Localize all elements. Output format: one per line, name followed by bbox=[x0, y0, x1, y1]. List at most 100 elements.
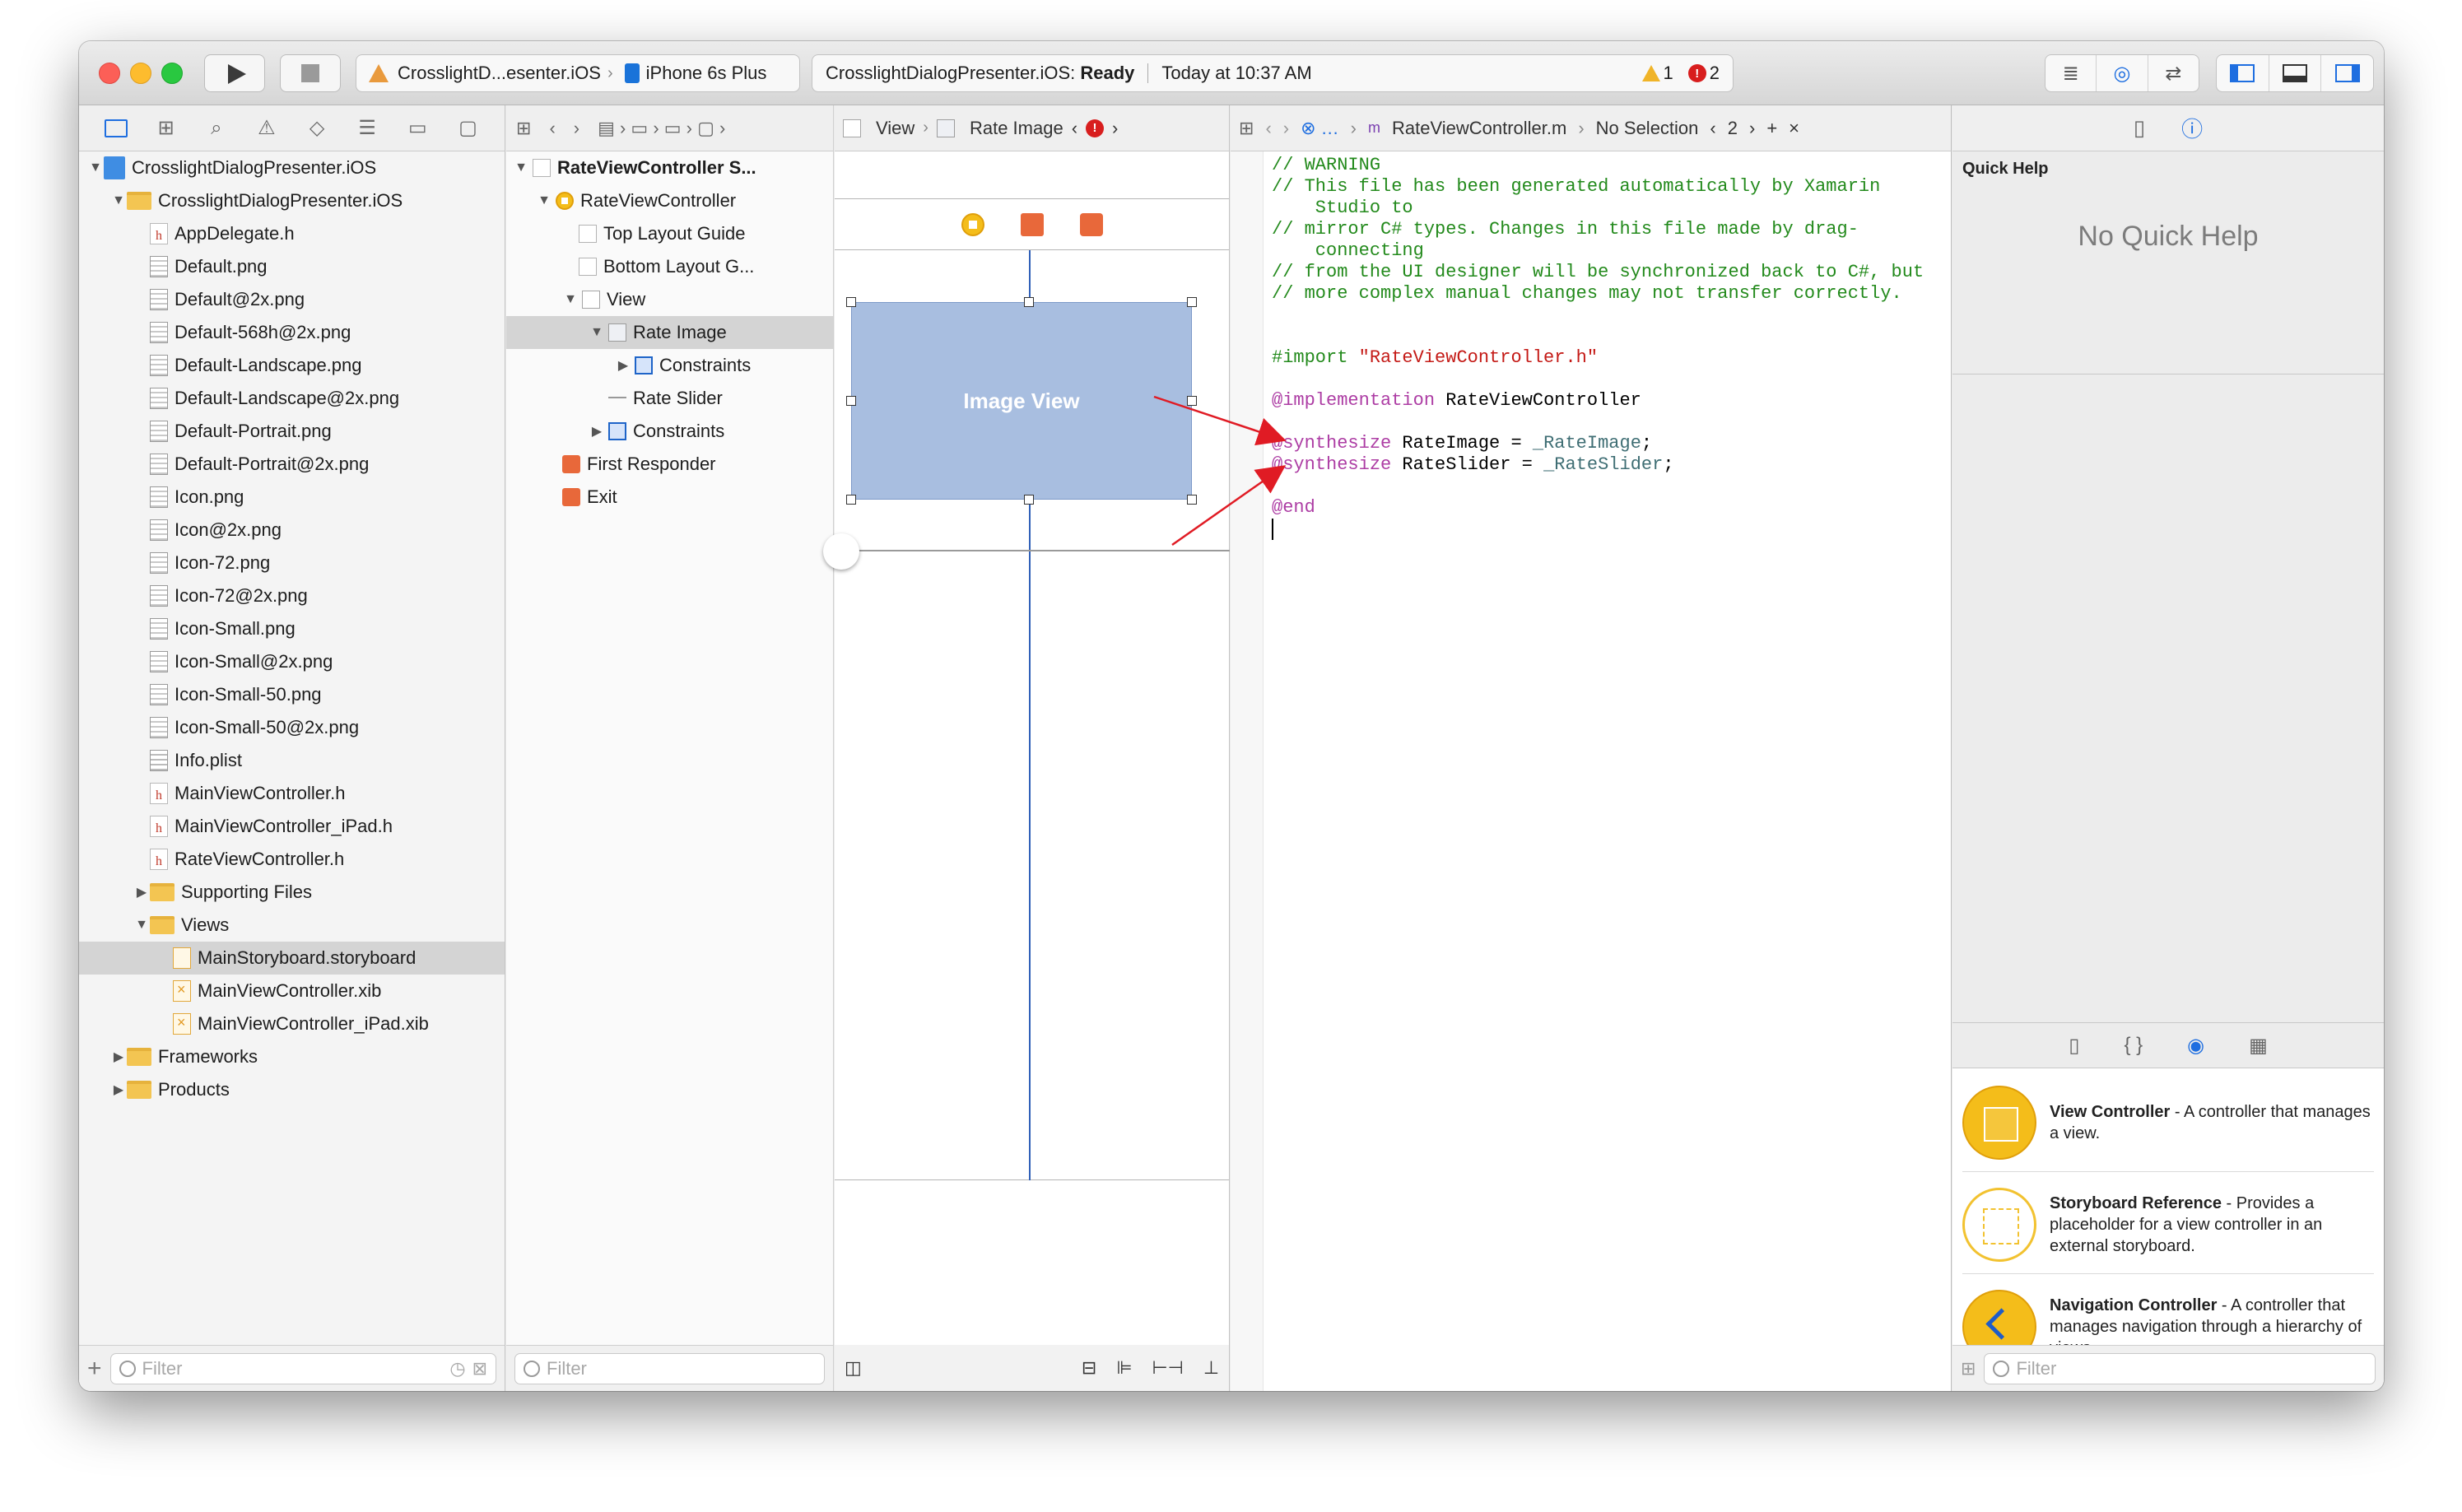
stop-button[interactable] bbox=[280, 54, 341, 92]
error-icon[interactable]: ! bbox=[1086, 119, 1105, 137]
report-navigator-tab[interactable]: ▢ bbox=[455, 117, 480, 139]
file-row[interactable]: Default-Portrait@2x.png bbox=[79, 448, 505, 481]
image-constraints-row[interactable]: ▶ Constraints bbox=[506, 349, 833, 382]
file-row[interactable]: Info.plist bbox=[79, 744, 505, 777]
file-row[interactable]: Default-Portrait.png bbox=[79, 415, 505, 448]
disclosure-open-icon[interactable]: ▼ bbox=[589, 325, 605, 340]
close-window-button[interactable] bbox=[99, 63, 120, 84]
assistant-editor[interactable]: ⊞ ‹ › ⊗ … › m RateViewController.m › No … bbox=[1231, 105, 1952, 1391]
project-row[interactable]: ▼ CrosslightDialogPresenter.iOS bbox=[79, 151, 505, 184]
issue-back-icon[interactable]: ‹ bbox=[1072, 118, 1077, 139]
top-guide-row[interactable]: Top Layout Guide bbox=[506, 217, 833, 250]
stack-icon[interactable]: ⊟ bbox=[1082, 1357, 1096, 1379]
scene-view[interactable]: Image View bbox=[823, 250, 1230, 1180]
file-breadcrumb-icons[interactable]: ▤ › ▭ › ▭ › ▢ › bbox=[598, 118, 725, 139]
toggle-navigator-button[interactable] bbox=[2217, 55, 2269, 91]
supporting-files-row[interactable]: ▶ Supporting Files bbox=[79, 876, 505, 909]
counter-forward-icon[interactable]: › bbox=[1749, 118, 1755, 139]
pin-icon[interactable]: ⊢⊣ bbox=[1152, 1357, 1184, 1379]
resize-handle[interactable] bbox=[846, 396, 856, 406]
version-editor-icon[interactable]: ⇄ bbox=[2148, 55, 2199, 91]
file-row[interactable]: Icon-Small-50@2x.png bbox=[79, 711, 505, 744]
toggle-outline-icon[interactable]: ◫ bbox=[845, 1357, 862, 1379]
minimize-window-button[interactable] bbox=[130, 63, 151, 84]
add-editor-icon[interactable]: + bbox=[1766, 118, 1777, 139]
library-filter-input[interactable]: Filter bbox=[1984, 1352, 2376, 1384]
scheme-selector[interactable]: CrosslightD...esenter.iOS › iPhone 6s Pl… bbox=[356, 54, 800, 92]
code-file-name[interactable]: RateViewController.m bbox=[1392, 118, 1566, 139]
object-library-icon[interactable]: ◉ bbox=[2187, 1034, 2204, 1058]
recent-files-icon[interactable]: ◷ bbox=[449, 1358, 465, 1379]
resolve-icon[interactable]: ⊥ bbox=[1203, 1357, 1219, 1379]
file-row[interactable]: Icon.png bbox=[79, 481, 505, 514]
file-row[interactable]: Icon@2x.png bbox=[79, 514, 505, 547]
controller-row[interactable]: ▼ RateViewController bbox=[506, 184, 833, 217]
resize-handle[interactable] bbox=[1187, 297, 1197, 307]
file-row[interactable]: Icon-72@2x.png bbox=[79, 579, 505, 612]
media-library-icon[interactable]: ▦ bbox=[2249, 1034, 2268, 1058]
slider-knob[interactable] bbox=[823, 533, 859, 570]
project-navigator-tab[interactable] bbox=[104, 118, 128, 139]
file-row[interactable]: Default-Landscape@2x.png bbox=[79, 382, 505, 415]
related-items-icon[interactable]: ⊞ bbox=[1239, 118, 1254, 139]
breadcrumb-rate-image[interactable]: Rate Image bbox=[970, 118, 1063, 139]
resize-handle[interactable] bbox=[1024, 495, 1034, 505]
file-row[interactable]: Icon-Small.png bbox=[79, 612, 505, 645]
resize-handle[interactable] bbox=[1187, 495, 1197, 505]
file-row[interactable]: h RateViewController.h bbox=[79, 843, 505, 876]
disclosure-open-icon[interactable]: ▼ bbox=[133, 918, 150, 933]
rate-image-row[interactable]: ▼ Rate Image bbox=[506, 316, 833, 349]
add-file-icon[interactable]: + bbox=[87, 1355, 102, 1383]
disclosure-open-icon[interactable]: ▼ bbox=[562, 292, 579, 307]
assistant-editor-icon[interactable]: ◎ bbox=[2097, 55, 2148, 91]
disclosure-open-icon[interactable]: ▼ bbox=[110, 193, 127, 208]
frameworks-row[interactable]: ▶ Frameworks bbox=[79, 1040, 505, 1073]
symbol-navigator-tab[interactable]: ⊞ bbox=[154, 117, 179, 139]
view-constraints-row[interactable]: ▶ Constraints bbox=[506, 415, 833, 448]
standard-editor-icon[interactable]: ≣ bbox=[2045, 55, 2097, 91]
disclosure-closed-icon[interactable]: ▶ bbox=[110, 1082, 127, 1098]
navigator-filter-input[interactable]: Filter ◷ ⊠ bbox=[109, 1352, 496, 1384]
storyboard-canvas[interactable]: View › Rate Image ‹ ! › Image View ◫ ⊟ ⊫… bbox=[823, 105, 1230, 1391]
slider-track[interactable] bbox=[858, 550, 1230, 551]
disclosure-open-icon[interactable]: ▼ bbox=[536, 193, 552, 208]
resize-handle[interactable] bbox=[1024, 297, 1034, 307]
file-template-library-icon[interactable]: ▯ bbox=[2069, 1034, 2079, 1058]
disclosure-closed-icon[interactable]: ▶ bbox=[133, 884, 150, 900]
disclosure-open-icon[interactable]: ▼ bbox=[513, 161, 529, 175]
view-row[interactable]: ▼ View bbox=[506, 283, 833, 316]
library-item-view-controller[interactable]: View Controller - A controller that mana… bbox=[1962, 1073, 2374, 1172]
issue-navigator-tab[interactable]: ⚠ bbox=[254, 117, 279, 139]
toggle-debug-area-button[interactable] bbox=[2269, 55, 2322, 91]
breadcrumb-view[interactable]: View bbox=[876, 118, 915, 139]
disclosure-closed-icon[interactable]: ▶ bbox=[615, 357, 631, 374]
counter-back-icon[interactable]: ‹ bbox=[1710, 118, 1715, 139]
bottom-guide-row[interactable]: Bottom Layout G... bbox=[506, 250, 833, 283]
file-row[interactable]: Default-568h@2x.png bbox=[79, 316, 505, 349]
file-row[interactable]: MainStoryboard.storyboard bbox=[79, 942, 505, 975]
zoom-window-button[interactable] bbox=[161, 63, 183, 84]
scene-row[interactable]: ▼ RateViewController S... bbox=[506, 151, 833, 184]
first-responder-icon[interactable] bbox=[1020, 212, 1044, 236]
error-icon[interactable]: ! bbox=[1687, 64, 1706, 82]
file-row[interactable]: MainViewController_iPad.xib bbox=[79, 1007, 505, 1040]
library-item-storyboard-reference[interactable]: Storyboard Reference - Provides a placeh… bbox=[1962, 1175, 2374, 1274]
warning-icon[interactable] bbox=[1641, 65, 1660, 81]
breakpoint-navigator-tab[interactable]: ▭ bbox=[405, 117, 430, 139]
disclosure-closed-icon[interactable]: ▶ bbox=[110, 1049, 127, 1065]
debug-navigator-tab[interactable]: ☰ bbox=[355, 117, 379, 139]
align-icon[interactable]: ⊫ bbox=[1116, 1357, 1132, 1379]
file-inspector-icon[interactable]: ▯ bbox=[2134, 115, 2145, 141]
exit-icon[interactable] bbox=[1079, 212, 1103, 236]
issue-forward-icon[interactable]: › bbox=[1112, 118, 1118, 139]
related-items-icon[interactable]: ⊞ bbox=[516, 118, 531, 139]
resize-handle[interactable] bbox=[846, 297, 856, 307]
group-row[interactable]: ▼ CrosslightDialogPresenter.iOS bbox=[79, 184, 505, 217]
modified-files-icon[interactable]: ⊠ bbox=[472, 1358, 487, 1379]
device-name[interactable]: iPhone 6s Plus bbox=[646, 63, 767, 84]
resize-handle[interactable] bbox=[846, 495, 856, 505]
find-navigator-tab[interactable]: ⌕ bbox=[204, 117, 229, 139]
first-responder-row[interactable]: First Responder bbox=[506, 448, 833, 481]
test-navigator-tab[interactable]: ◇ bbox=[305, 117, 329, 139]
code-content[interactable]: // WARNING // This file has been generat… bbox=[1272, 155, 1943, 540]
